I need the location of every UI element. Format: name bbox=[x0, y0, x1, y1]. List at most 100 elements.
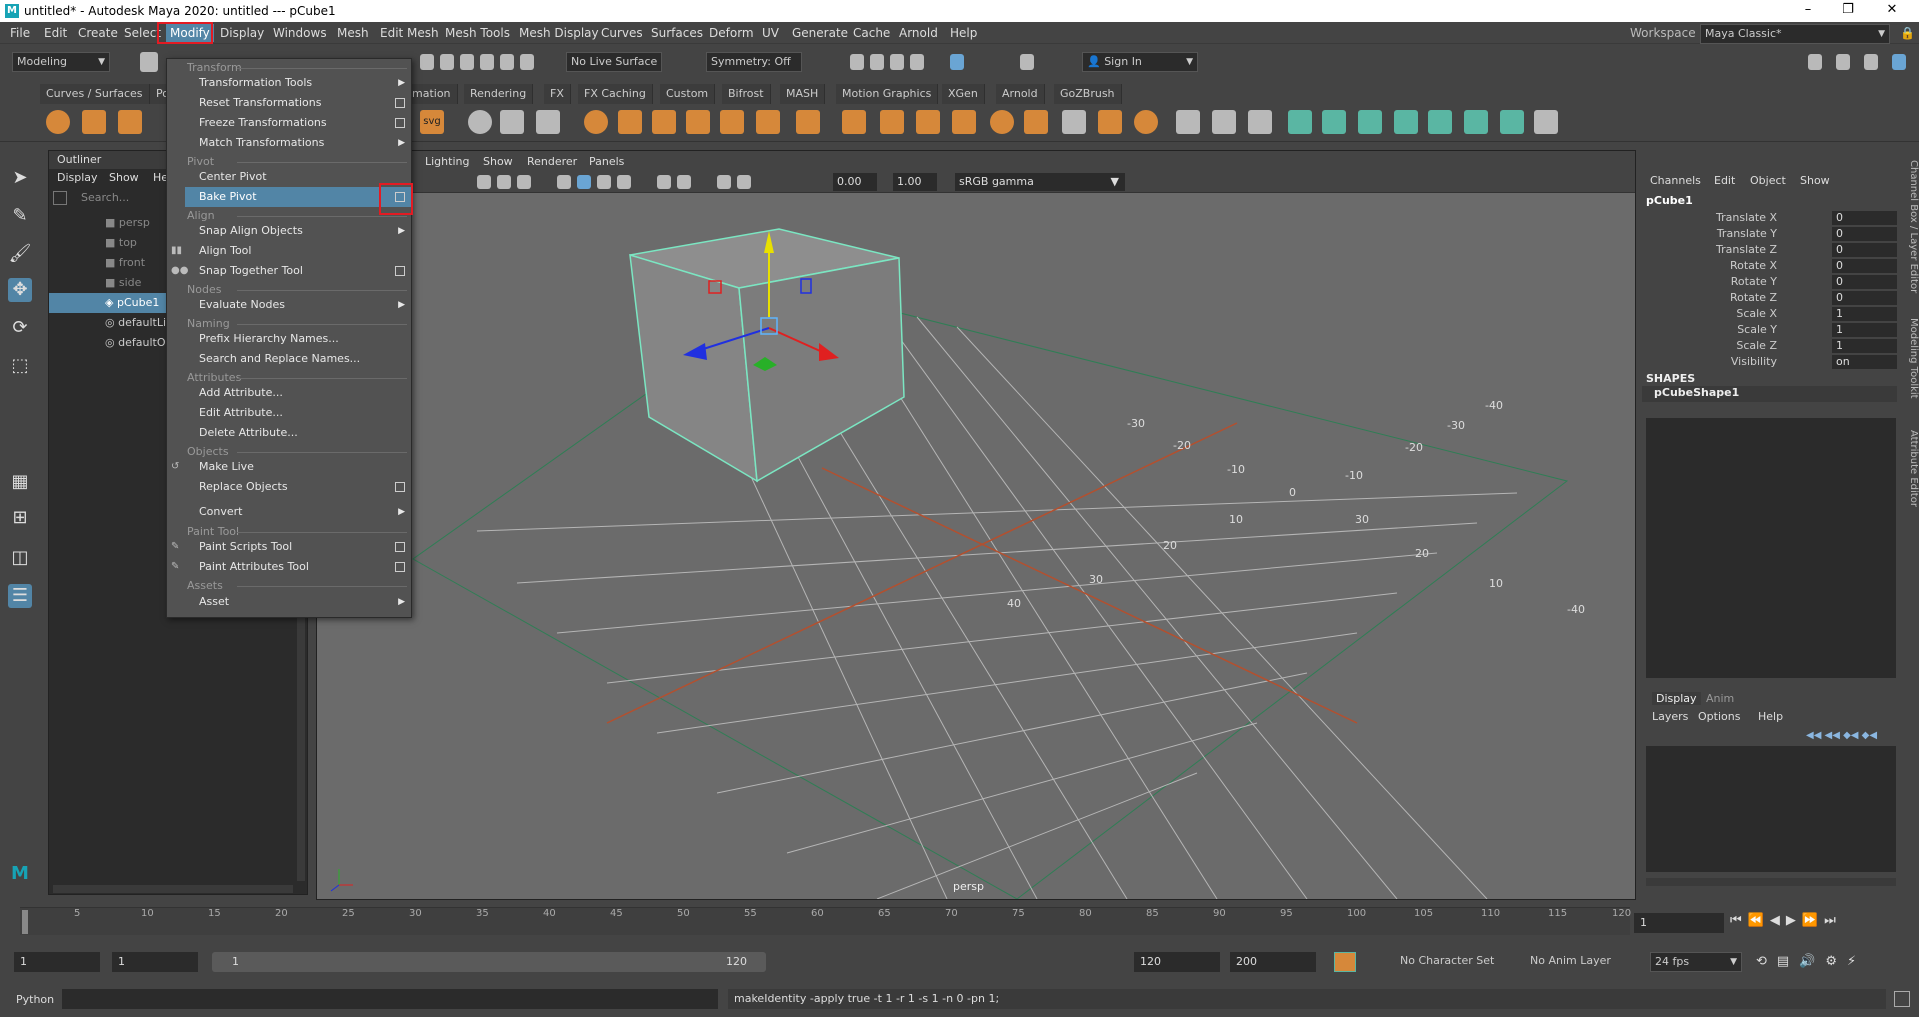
menu-deform[interactable]: Deform bbox=[709, 26, 754, 40]
channels-menu-object[interactable]: Object bbox=[1750, 174, 1786, 187]
tab-motion-graphics[interactable]: Motion Graphics bbox=[836, 84, 939, 104]
smooth-icon[interactable] bbox=[536, 110, 560, 134]
tab-curves-surfaces[interactable]: Curves / Surfaces bbox=[40, 84, 150, 104]
menu-uv[interactable]: UV bbox=[762, 26, 779, 40]
select-tool-icon[interactable]: ➤ bbox=[8, 166, 32, 190]
channels-menu-channels[interactable]: Channels bbox=[1650, 174, 1701, 187]
side-tab-modeling-toolkit[interactable]: Modeling Toolkit bbox=[1903, 318, 1919, 399]
channels-menu-show[interactable]: Show bbox=[1800, 174, 1830, 187]
bridge-icon[interactable] bbox=[652, 110, 676, 134]
channel-rotate-x[interactable]: Rotate X0 bbox=[1642, 258, 1897, 274]
auto-key-icon[interactable] bbox=[1334, 952, 1356, 972]
nurbs-loft-icon[interactable] bbox=[1358, 110, 1382, 134]
boolean-icon[interactable] bbox=[584, 110, 608, 134]
svg-icon[interactable]: svg bbox=[420, 110, 444, 134]
menu-mesh[interactable]: Mesh bbox=[337, 26, 369, 40]
resolution-gate-icon[interactable] bbox=[517, 175, 531, 189]
current-time-marker[interactable] bbox=[22, 910, 28, 934]
menu-item-asset[interactable]: Asset ▶ bbox=[185, 592, 411, 612]
vp-menu-renderer[interactable]: Renderer bbox=[527, 155, 577, 168]
menu-item-search-replace-names[interactable]: Search and Replace Names... bbox=[185, 349, 411, 369]
side-tab-channel-box[interactable]: Channel Box / Layer Editor bbox=[1903, 160, 1919, 293]
snap-point-icon[interactable] bbox=[460, 54, 474, 70]
menu-surfaces[interactable]: Surfaces bbox=[651, 26, 703, 40]
vp-menu-lighting[interactable]: Lighting bbox=[425, 155, 469, 168]
range-slider-bar[interactable]: 1 120 bbox=[212, 952, 766, 972]
menu-cache[interactable]: Cache bbox=[853, 26, 890, 40]
automatic-map-icon[interactable] bbox=[1098, 110, 1122, 134]
menu-item-prefix-hierarchy-names[interactable]: Prefix Hierarchy Names... bbox=[185, 329, 411, 349]
channel-translate-y[interactable]: Translate Y0 bbox=[1642, 226, 1897, 242]
lasso-tool-icon[interactable]: ✎ bbox=[8, 204, 32, 228]
minimize-icon[interactable]: – bbox=[1788, 2, 1828, 17]
menu-item-paint-attributes-tool[interactable]: Paint Attributes Tool bbox=[185, 557, 411, 577]
tab-gozbrush[interactable]: GoZBrush bbox=[1054, 84, 1122, 104]
ep-curve-icon[interactable] bbox=[1212, 110, 1236, 134]
cylindrical-map-icon[interactable] bbox=[1024, 110, 1048, 134]
attach-curves-icon[interactable] bbox=[1534, 110, 1558, 134]
playback-controls-icon[interactable]: ⏮⏪◀▶⏩⏭ bbox=[1730, 913, 1842, 928]
hypershade-icon[interactable] bbox=[950, 54, 964, 70]
menu-file[interactable]: File bbox=[10, 26, 30, 40]
workspace-dropdown[interactable]: Maya Classic* ▼ bbox=[1700, 24, 1890, 44]
pencil-curve-icon[interactable] bbox=[1248, 110, 1272, 134]
channel-box-icon[interactable] bbox=[1892, 54, 1906, 70]
channel-rotate-y[interactable]: Rotate Y0 bbox=[1642, 274, 1897, 290]
sign-in-dropdown[interactable]: 👤 Sign In ▼ bbox=[1082, 52, 1198, 72]
lock-icon[interactable]: 🔒 bbox=[1900, 26, 1915, 40]
lights-icon[interactable] bbox=[617, 175, 631, 189]
start-time-field[interactable]: 1 bbox=[14, 952, 100, 972]
insert-edge-loop-icon[interactable] bbox=[842, 110, 866, 134]
menu-item-add-attribute[interactable]: Add Attribute... bbox=[185, 383, 411, 403]
menu-item-reset-transformations[interactable]: Reset Transformations bbox=[185, 93, 411, 113]
channel-scale-x[interactable]: Scale X1 bbox=[1642, 306, 1897, 322]
render-frame-icon[interactable] bbox=[850, 54, 864, 70]
target-weld-icon[interactable] bbox=[916, 110, 940, 134]
smooth-shade-icon[interactable] bbox=[577, 175, 591, 189]
menu-windows[interactable]: Windows bbox=[273, 26, 327, 40]
menu-item-replace-objects[interactable]: Replace Objects bbox=[185, 477, 411, 497]
fill-hole-icon[interactable] bbox=[796, 110, 820, 134]
grid-icon[interactable] bbox=[477, 175, 491, 189]
maximize-icon[interactable]: ❐ bbox=[1828, 2, 1868, 17]
menu-arnold[interactable]: Arnold bbox=[899, 26, 938, 40]
nurbs-revolve-icon[interactable] bbox=[1322, 110, 1346, 134]
color-space-dropdown[interactable]: sRGB gamma ▼ bbox=[955, 173, 1125, 191]
menu-curves[interactable]: Curves bbox=[601, 26, 643, 40]
menu-item-transformation-tools[interactable]: Transformation Tools ▶ bbox=[185, 73, 411, 93]
tab-arnold[interactable]: Arnold bbox=[996, 84, 1045, 104]
mode-dropdown[interactable]: Modeling ▼ bbox=[12, 52, 110, 72]
merge-icon[interactable] bbox=[720, 110, 744, 134]
planar-map-icon[interactable] bbox=[990, 110, 1014, 134]
uv-editor-icon[interactable] bbox=[1134, 110, 1158, 134]
menu-item-bake-pivot[interactable]: Bake Pivot bbox=[185, 187, 411, 207]
side-tab-attribute-editor[interactable]: Attribute Editor bbox=[1903, 430, 1919, 507]
menu-item-snap-together-tool[interactable]: Snap Together Tool bbox=[185, 261, 411, 281]
menu-select[interactable]: Select bbox=[124, 26, 161, 40]
persp-outliner-icon[interactable]: ◫ bbox=[8, 546, 32, 570]
channel-scale-z[interactable]: Scale Z1 bbox=[1642, 338, 1897, 354]
poly-cube-icon[interactable] bbox=[82, 110, 106, 134]
character-set-dropdown[interactable]: No Character Set bbox=[1396, 952, 1516, 972]
poly-sphere-icon[interactable] bbox=[46, 110, 70, 134]
shape-node[interactable]: pCubeShape1 bbox=[1642, 386, 1897, 402]
combine-icon[interactable] bbox=[468, 110, 492, 134]
layer-h-scrollbar[interactable] bbox=[1646, 878, 1896, 886]
snap-grid-icon[interactable] bbox=[420, 54, 434, 70]
close-icon[interactable]: ✕ bbox=[1872, 2, 1912, 17]
tab-bifrost[interactable]: Bifrost bbox=[722, 84, 771, 104]
bevel-icon[interactable] bbox=[686, 110, 710, 134]
nurbs-birail-icon[interactable] bbox=[1428, 110, 1452, 134]
end-time-field[interactable]: 120 bbox=[1134, 952, 1220, 972]
menu-create[interactable]: Create bbox=[78, 26, 118, 40]
new-scene-icon[interactable] bbox=[140, 52, 158, 72]
ipr-render-icon[interactable] bbox=[890, 54, 904, 70]
menu-item-evaluate-nodes[interactable]: Evaluate Nodes ▶ bbox=[185, 295, 411, 315]
outliner-menu-display[interactable]: Display bbox=[57, 171, 98, 184]
snap-curve-icon[interactable] bbox=[440, 54, 454, 70]
poly-cylinder-icon[interactable] bbox=[118, 110, 142, 134]
menu-item-delete-attribute[interactable]: Delete Attribute... bbox=[185, 423, 411, 443]
render-sequence-icon[interactable] bbox=[870, 54, 884, 70]
four-view-icon[interactable]: ⊞ bbox=[8, 506, 32, 530]
menu-item-make-live[interactable]: Make Live bbox=[185, 457, 411, 477]
